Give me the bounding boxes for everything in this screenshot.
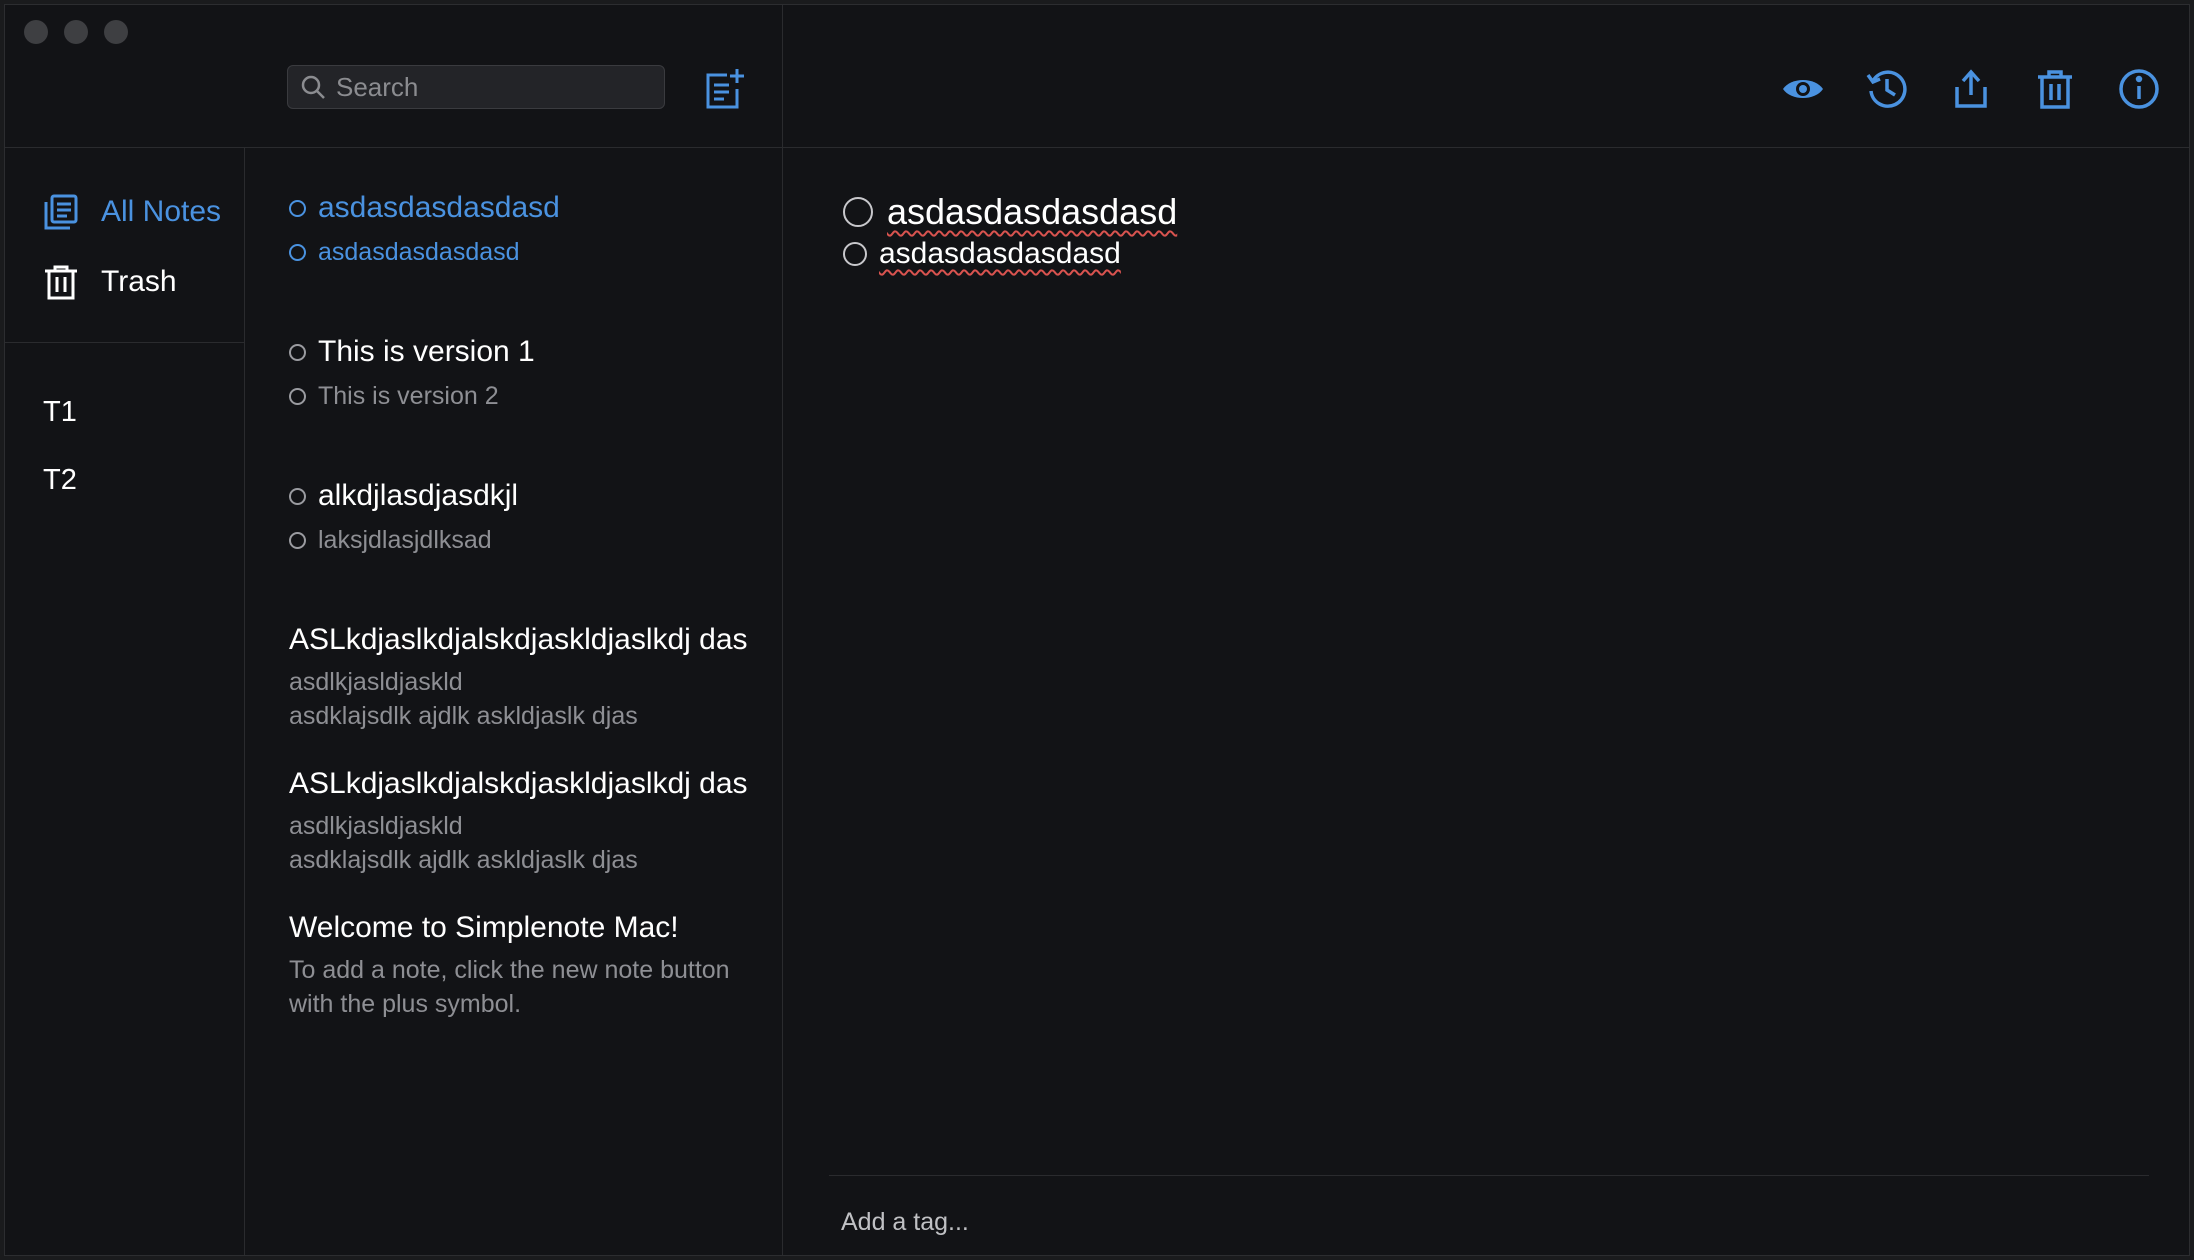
tag-divider xyxy=(829,1175,2149,1176)
note-title-row: alkdjlasdjasdkjl xyxy=(289,479,779,513)
checkbox-icon xyxy=(289,199,306,217)
note-list-item[interactable]: alkdjlasdjasdkjl laksjdlasjdlksad xyxy=(289,479,779,557)
note-title: Welcome to Simplenote Mac! xyxy=(289,911,679,944)
sidebar-divider xyxy=(5,342,244,343)
note-title: asdasdasdasdasd xyxy=(318,191,560,224)
checkbox-icon[interactable] xyxy=(843,242,867,266)
sidebar-tag-t2[interactable]: T2 xyxy=(43,464,77,497)
note-title: This is version 1 xyxy=(318,335,535,368)
note-list-item[interactable]: asdasdasdasdasd asdasdasdasdasd xyxy=(289,191,779,269)
note-preview: This is version 2 xyxy=(318,382,499,410)
note-preview: laksjdlasjdlksad xyxy=(318,526,492,554)
minimize-window-button[interactable] xyxy=(64,20,88,44)
sidebar-item-label: Trash xyxy=(101,265,177,298)
search-icon xyxy=(301,75,325,99)
new-note-icon[interactable] xyxy=(703,67,747,111)
sidebar-item-all-notes[interactable]: All Notes xyxy=(41,192,221,232)
note-list-item[interactable]: Welcome to Simplenote Mac! To add a note… xyxy=(289,911,779,1021)
checkbox-icon[interactable] xyxy=(843,197,873,227)
editor-text[interactable]: asdasdasdasdasd xyxy=(887,191,1177,233)
checkbox-icon xyxy=(289,343,306,361)
note-editor: asdasdasdasdasd asdasdasdasdasd xyxy=(783,5,2189,1255)
note-preview: asdasdasdasdasd xyxy=(318,238,520,266)
window-controls xyxy=(24,20,128,44)
note-preview-line: asdklajsdlk ajdlk askldjaslk djas xyxy=(289,702,638,730)
all-notes-icon xyxy=(44,194,78,230)
close-window-button[interactable] xyxy=(24,20,48,44)
note-title-row: This is version 1 xyxy=(289,335,779,369)
checkbox-icon xyxy=(289,531,306,549)
trash-icon xyxy=(45,265,77,300)
note-list-item[interactable]: This is version 1 This is version 2 xyxy=(289,335,779,413)
trash-icon[interactable] xyxy=(2033,67,2077,111)
note-preview-line: asdlkjasldjaskld xyxy=(289,812,463,840)
search-box[interactable] xyxy=(287,65,665,109)
editor-text[interactable]: asdasdasdasdasd xyxy=(879,237,1121,271)
preview-icon[interactable] xyxy=(1781,67,1825,111)
note-preview: asdlkjasldjaskld asdklajsdlk ajdlk askld… xyxy=(289,665,779,733)
history-icon[interactable] xyxy=(1865,67,1909,111)
note-preview-row: This is version 2 xyxy=(289,379,779,413)
sidebar-item-trash[interactable]: Trash xyxy=(41,262,177,302)
note-preview-row: asdasdasdasdasd xyxy=(289,235,779,269)
note-preview-row: laksjdlasjdlksad xyxy=(289,523,779,557)
editor-checklist-item[interactable]: asdasdasdasdasd xyxy=(843,191,1177,233)
search-input[interactable] xyxy=(334,70,658,104)
sidebar: All Notes Trash T1 T2 xyxy=(5,148,245,1255)
note-preview: asdlkjasldjaskld asdklajsdlk ajdlk askld… xyxy=(289,809,779,877)
note-list-item[interactable]: ASLkdjaslkdjalskdjaskldjaslkdj das asdlk… xyxy=(289,767,779,877)
note-preview-line: To add a note, click the new note button xyxy=(289,956,730,984)
sidebar-item-label: All Notes xyxy=(101,195,222,228)
note-preview: To add a note, click the new note button… xyxy=(289,953,779,1021)
note-title: ASLkdjaslkdjalskdjaskldjaslkdj das xyxy=(289,623,748,656)
info-icon[interactable] xyxy=(2117,67,2161,111)
note-title: ASLkdjaslkdjalskdjaskldjaslkdj das xyxy=(289,767,748,800)
note-preview-line: asdlkjasldjaskld xyxy=(289,668,463,696)
checkbox-icon xyxy=(289,487,306,505)
add-tag-input[interactable] xyxy=(839,1201,1543,1243)
checkbox-icon xyxy=(289,243,306,261)
share-icon[interactable] xyxy=(1949,67,1993,111)
note-title-row: asdasdasdasdasd xyxy=(289,191,779,225)
note-preview-line: with the plus symbol. xyxy=(289,990,522,1018)
zoom-window-button[interactable] xyxy=(104,20,128,44)
note-preview-line: asdklajsdlk ajdlk askldjaslk djas xyxy=(289,846,638,874)
editor-checklist-item[interactable]: asdasdasdasdasd xyxy=(843,237,1121,271)
sidebar-tag-t1[interactable]: T1 xyxy=(43,396,77,429)
app-window: All Notes Trash T1 T2 Search asdasdasdas… xyxy=(4,4,2190,1256)
note-list-item[interactable]: ASLkdjaslkdjalskdjaskldjaslkdj das asdlk… xyxy=(289,623,779,733)
checkbox-icon xyxy=(289,387,306,405)
note-title: alkdjlasdjasdkjl xyxy=(318,479,519,512)
